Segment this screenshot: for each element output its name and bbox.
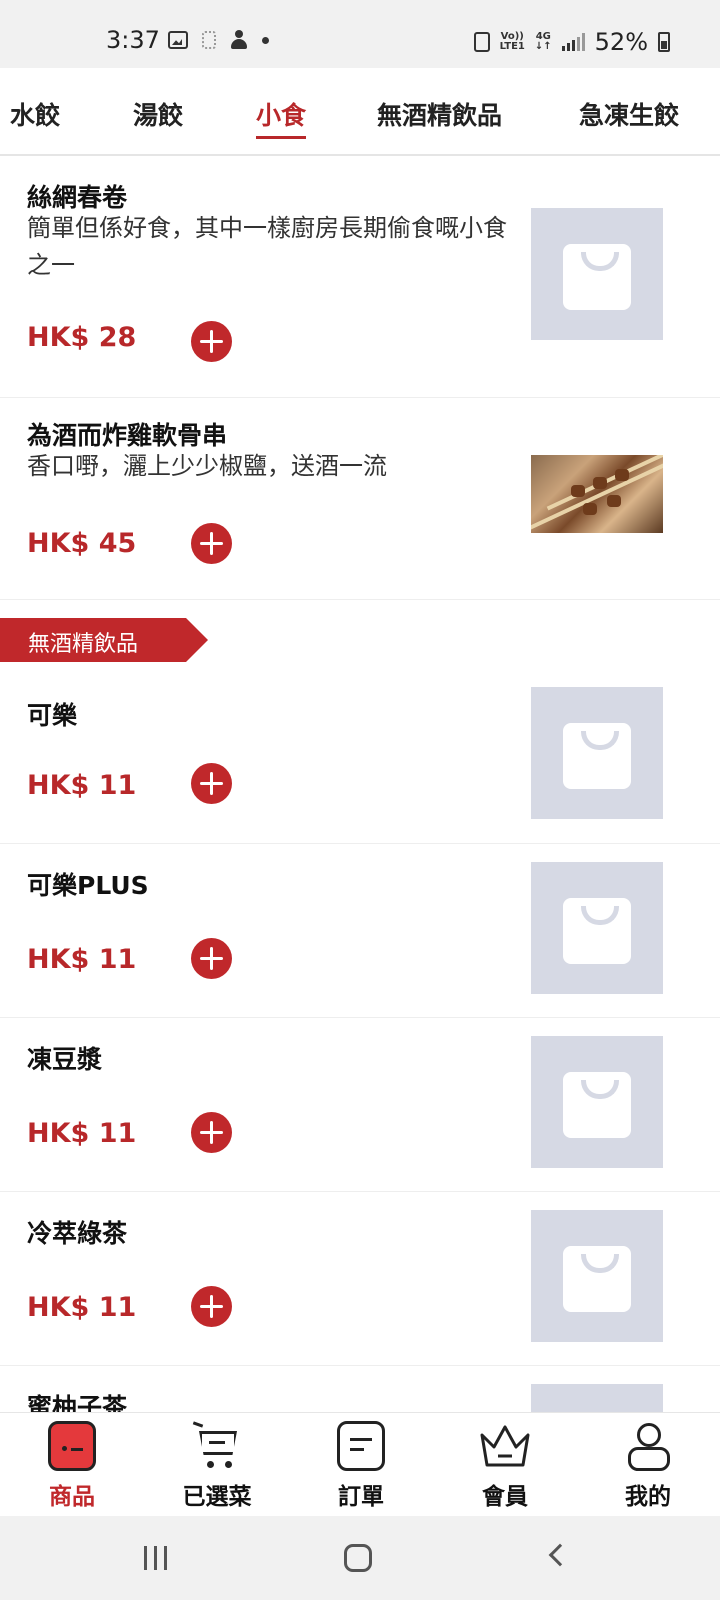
battery-icon — [658, 32, 670, 52]
nav-orders[interactable]: 訂單 — [311, 1421, 411, 1511]
back-icon[interactable] — [548, 1543, 572, 1567]
product-placeholder-image — [531, 687, 663, 819]
notification-icons — [168, 30, 269, 50]
nav-label: 商品 — [49, 1484, 95, 1510]
4g-icon: 4G ↓↑ — [534, 31, 552, 52]
active-tab-indicator — [256, 136, 306, 139]
nav-profile[interactable]: 我的 — [598, 1421, 698, 1511]
product-placeholder-image — [531, 1036, 663, 1168]
battery-percent: 52% — [594, 28, 648, 56]
home-icon[interactable] — [344, 1544, 372, 1572]
product-placeholder-image — [531, 208, 663, 340]
shop-icon — [48, 1421, 96, 1471]
add-to-cart-button[interactable] — [191, 938, 232, 979]
crown-icon — [480, 1421, 530, 1471]
volte-icon: Vo)) LTE1 — [499, 31, 525, 52]
order-icon — [337, 1421, 385, 1471]
add-to-cart-button[interactable] — [191, 523, 232, 564]
cart-icon — [192, 1421, 241, 1471]
add-to-cart-button[interactable] — [191, 321, 232, 362]
shopping-bag-icon — [563, 1246, 631, 1312]
item-name: 可樂 — [27, 701, 78, 730]
nav-label: 我的 — [625, 1484, 671, 1510]
shopping-bag-icon — [563, 1072, 631, 1138]
nav-label: 會員 — [482, 1484, 528, 1510]
add-to-cart-button[interactable] — [191, 1286, 232, 1327]
tab-xiao-shi[interactable]: 小食 — [256, 96, 306, 132]
signal-icon — [561, 33, 585, 51]
item-price: HK$ 11 — [27, 1292, 137, 1323]
system-navigation-bar — [0, 1516, 720, 1600]
product-placeholder-image — [531, 862, 663, 994]
menu-item[interactable]: 絲網春卷 簡單但係好食，其中一樣廚房長期偷食嘅小食之一 HK$ 28 — [0, 158, 720, 398]
accessibility-icon — [230, 30, 248, 50]
tab-drinks[interactable]: 無酒精飲品 — [377, 96, 502, 132]
item-price: HK$ 45 — [27, 528, 137, 559]
product-placeholder-image — [531, 1210, 663, 1342]
item-price: HK$ 11 — [27, 770, 137, 801]
nav-label: 已選菜 — [182, 1484, 252, 1510]
person-icon — [624, 1421, 672, 1471]
menu-item[interactable]: 凍豆漿 HK$ 11 — [0, 1018, 720, 1192]
category-label: 無酒精飲品 — [28, 632, 139, 657]
tab-tang-jiao[interactable]: 湯餃 — [133, 96, 183, 132]
menu-item[interactable]: 冷萃綠茶 HK$ 11 — [0, 1192, 720, 1366]
menu-item[interactable]: 可樂 HK$ 11 — [0, 668, 720, 844]
item-name: 絲網春卷 — [27, 183, 128, 212]
gallery-icon — [168, 31, 188, 49]
item-name: 凍豆漿 — [27, 1045, 103, 1074]
status-time: 3:37 — [106, 26, 160, 54]
status-bar: 3:37 Vo)) LTE1 4G ↓↑ 52% — [0, 0, 720, 68]
product-photo — [531, 455, 663, 533]
nav-label: 訂單 — [338, 1484, 384, 1510]
add-to-cart-button[interactable] — [191, 763, 232, 804]
item-price: HK$ 11 — [27, 944, 137, 975]
category-tabs: 水餃 湯餃 小食 無酒精飲品 急凍生餃 — [0, 68, 720, 156]
shopping-bag-icon — [563, 723, 631, 789]
menu-item[interactable]: 可樂PLUS HK$ 11 — [0, 844, 720, 1018]
recent-apps-icon[interactable] — [144, 1546, 167, 1570]
bottom-navigation: 商品 已選菜 訂單 會員 我的 — [0, 1412, 720, 1516]
item-description: 香口嘢，灑上少少椒鹽，送酒一流 — [27, 452, 387, 480]
shopping-bag-icon — [563, 244, 631, 310]
system-indicators: Vo)) LTE1 4G ↓↑ 52% — [473, 28, 670, 56]
tab-frozen[interactable]: 急凍生餃 — [579, 96, 679, 132]
nav-cart[interactable]: 已選菜 — [167, 1421, 267, 1511]
nav-member[interactable]: 會員 — [455, 1421, 555, 1511]
item-name: 冷萃綠茶 — [27, 1219, 128, 1248]
shopping-bag-icon — [563, 898, 631, 964]
dotted-app-icon — [202, 31, 216, 49]
item-name: 為酒而炸雞軟骨串 — [27, 421, 228, 450]
item-price: HK$ 28 — [27, 322, 137, 353]
item-name: 可樂PLUS — [27, 871, 149, 900]
item-price: HK$ 11 — [27, 1118, 137, 1149]
tab-shui-jiao[interactable]: 水餃 — [10, 96, 60, 132]
menu-item[interactable]: 為酒而炸雞軟骨串 香口嘢，灑上少少椒鹽，送酒一流 HK$ 45 — [0, 398, 720, 600]
item-description: 簡單但係好食，其中一樣廚房長期偷食嘅小食之一 — [27, 214, 507, 279]
more-notifications-icon — [262, 36, 269, 44]
data-saver-icon — [473, 32, 490, 52]
add-to-cart-button[interactable] — [191, 1112, 232, 1153]
nav-products[interactable]: 商品 — [22, 1421, 122, 1511]
